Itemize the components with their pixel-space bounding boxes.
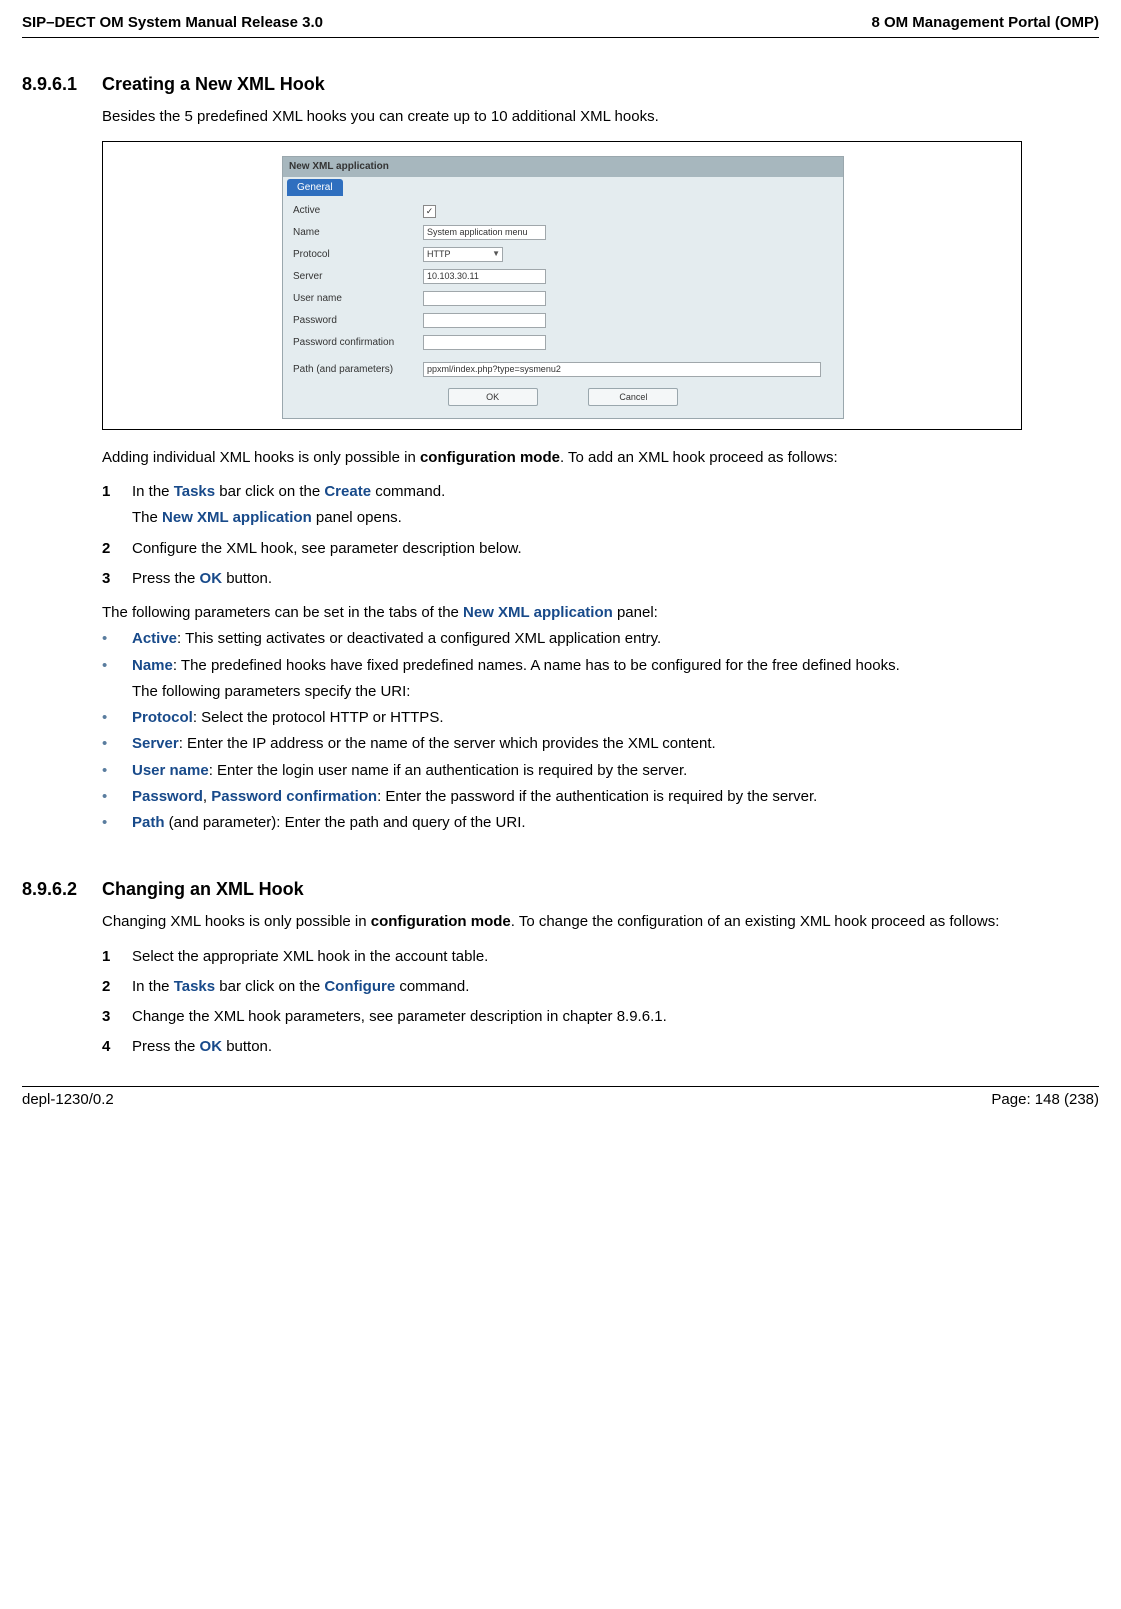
header-right: 8 OM Management Portal (OMP) <box>871 14 1099 31</box>
step-number: 3 <box>102 1007 132 1027</box>
label-user-name: User name <box>293 292 423 306</box>
input-user-name[interactable] <box>423 291 546 306</box>
label-path: Path (and parameters) <box>293 363 423 377</box>
header-left: SIP–DECT OM System Manual Release 3.0 <box>22 14 323 31</box>
screenshot-figure: New XML application General Active ✓ Nam… <box>102 141 1022 430</box>
input-name[interactable]: System application menu <box>423 225 546 240</box>
bullet-password: Password, Password confirmation: Enter t… <box>132 787 1022 807</box>
label-password: Password <box>293 314 423 328</box>
bullet-path: Path (and parameter): Enter the path and… <box>132 813 1022 833</box>
step-number: 2 <box>102 977 132 997</box>
steps-list-1: 1 In the Tasks bar click on the Create c… <box>102 482 1022 589</box>
bullet-server: Server: Enter the IP address or the name… <box>132 734 1022 754</box>
steps-list-2: 1 Select the appropriate XML hook in the… <box>102 947 1022 1058</box>
select-protocol[interactable]: HTTP <box>423 247 503 262</box>
input-password-confirmation[interactable] <box>423 335 546 350</box>
step-body: Press the OK button. <box>132 1037 1022 1057</box>
bullet-user-name: User name: Enter the login user name if … <box>132 761 1022 781</box>
section-number: 8.9.6.2 <box>22 879 102 900</box>
step-body: Press the OK button. <box>132 569 1022 589</box>
step-number: 3 <box>102 569 132 589</box>
step-number: 2 <box>102 539 132 559</box>
header-rule <box>22 37 1099 38</box>
footer-left: depl-1230/0.2 <box>22 1091 114 1108</box>
step-number: 4 <box>102 1037 132 1057</box>
input-password[interactable] <box>423 313 546 328</box>
section-title: Creating a New XML Hook <box>102 74 325 95</box>
footer-rule <box>22 1086 1099 1087</box>
label-protocol: Protocol <box>293 248 423 262</box>
step-body: Configure the XML hook, see parameter de… <box>132 539 1022 559</box>
step-body: In the Tasks bar click on the Create com… <box>132 482 1022 529</box>
params-intro: The following parameters can be set in t… <box>102 603 1022 623</box>
step-number: 1 <box>102 482 132 529</box>
parameter-bullet-list: Active: This setting activates or deacti… <box>102 629 1022 833</box>
bullet-active: Active: This setting activates or deacti… <box>132 629 1022 649</box>
input-server[interactable]: 10.103.30.11 <box>423 269 546 284</box>
dialog-title: New XML application <box>283 157 843 177</box>
bullet-protocol: Protocol: Select the protocol HTTP or HT… <box>132 708 1022 728</box>
step-body: Change the XML hook parameters, see para… <box>132 1007 1022 1027</box>
footer-right: Page: 148 (238) <box>991 1091 1099 1108</box>
config-mode-paragraph: Adding individual XML hooks is only poss… <box>102 448 1022 468</box>
input-path[interactable]: ppxml/index.php?type=sysmenu2 <box>423 362 821 377</box>
step-body: In the Tasks bar click on the Configure … <box>132 977 1022 997</box>
label-password-confirmation: Password confirmation <box>293 336 423 350</box>
section-title: Changing an XML Hook <box>102 879 304 900</box>
section-number: 8.9.6.1 <box>22 74 102 95</box>
step-number: 1 <box>102 947 132 967</box>
section2-intro: Changing XML hooks is only possible in c… <box>102 912 1022 932</box>
tab-general[interactable]: General <box>287 179 343 197</box>
step-body: Select the appropriate XML hook in the a… <box>132 947 1022 967</box>
checkbox-active[interactable]: ✓ <box>423 205 436 218</box>
dialog-new-xml-application: New XML application General Active ✓ Nam… <box>282 156 844 419</box>
label-name: Name <box>293 226 423 240</box>
cancel-button[interactable]: Cancel <box>588 388 678 406</box>
bullet-name: Name: The predefined hooks have fixed pr… <box>132 656 1022 703</box>
label-server: Server <box>293 270 423 284</box>
label-active: Active <box>293 204 423 218</box>
intro-paragraph: Besides the 5 predefined XML hooks you c… <box>102 107 1022 127</box>
ok-button[interactable]: OK <box>448 388 538 406</box>
